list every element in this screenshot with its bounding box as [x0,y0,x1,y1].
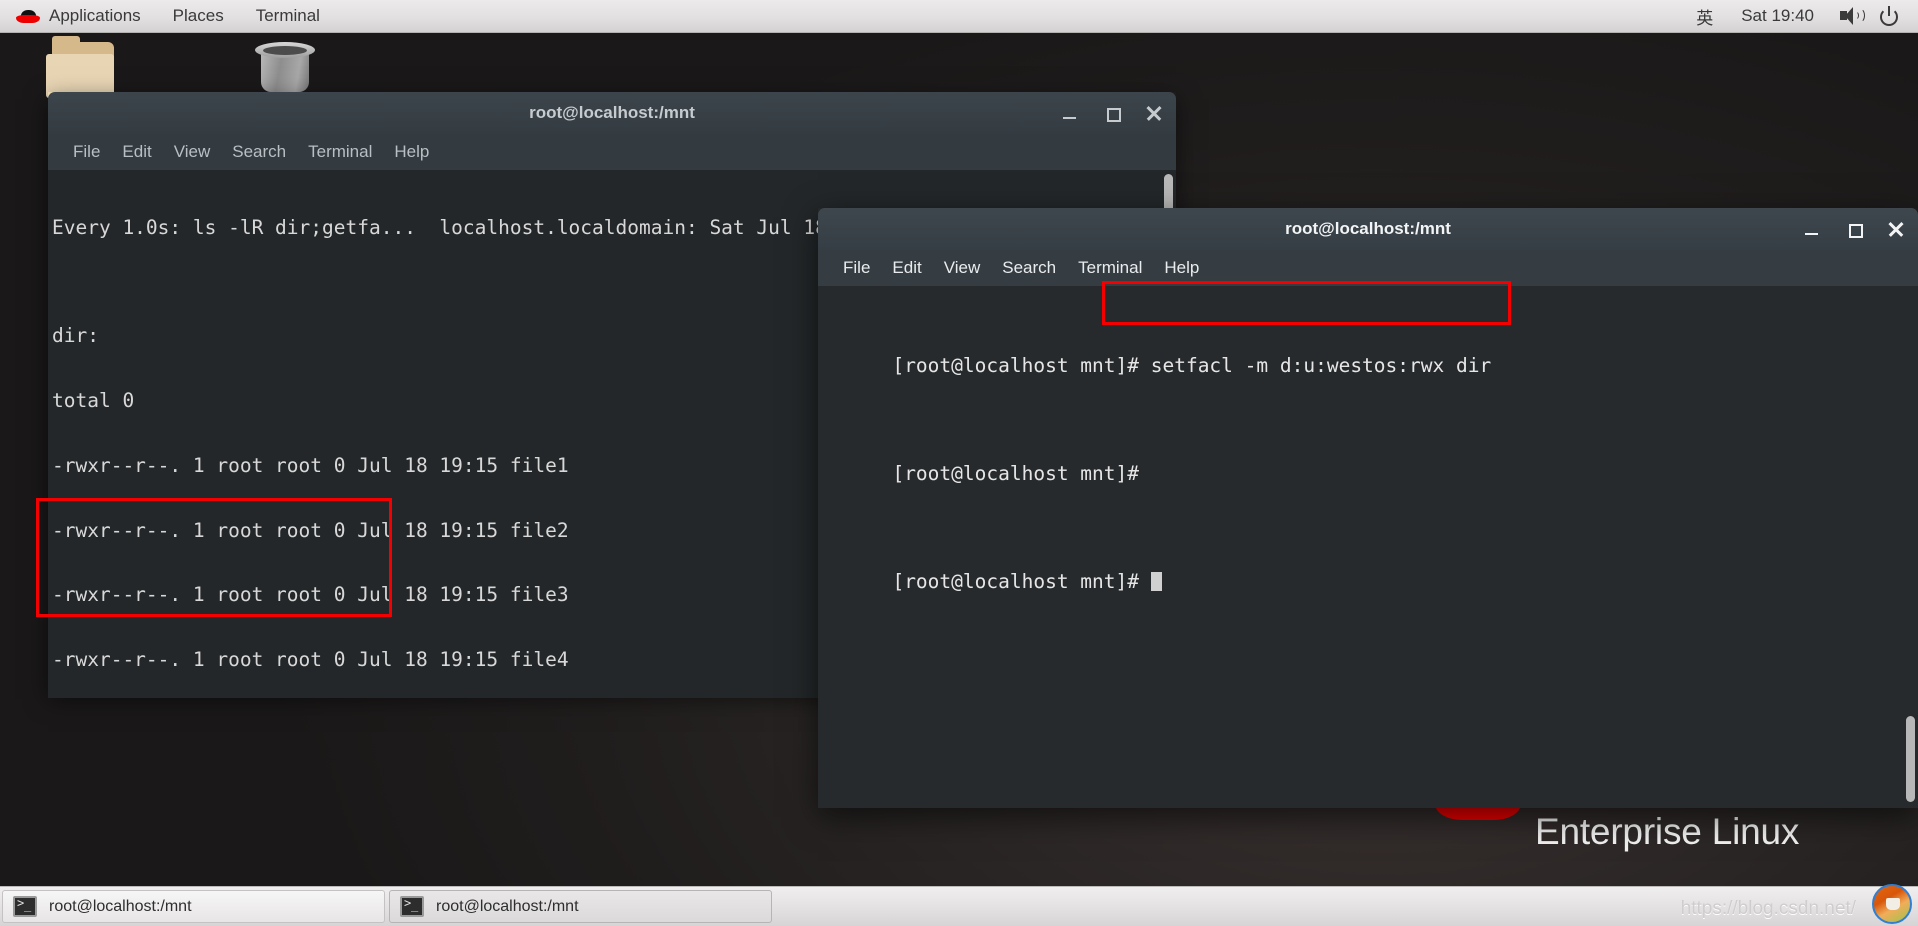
shell-prompt: [root@localhost mnt]# [892,569,1151,593]
wallpaper-brand-line2: Enterprise Linux [1535,811,1800,852]
shell-prompt: [root@localhost mnt]# [892,461,1151,485]
terminal-icon [13,896,37,917]
terminal-icon [400,896,424,917]
menu-item-file[interactable]: File [832,255,881,281]
desktop-icon-trash[interactable] [245,40,325,94]
menu-terminal[interactable]: Terminal [240,0,336,32]
shell-prompt: [root@localhost mnt]# [892,353,1151,377]
menu-item-search[interactable]: Search [991,255,1067,281]
redhat-logo-icon [16,9,40,24]
menu-item-file[interactable]: File [62,139,111,165]
desktop-icon-home[interactable] [42,36,122,98]
text-cursor [1150,571,1162,591]
watermark-avatar [1872,884,1912,924]
close-icon[interactable] [1888,221,1904,237]
shell-command: setfacl -m d:u:westos:rwx dir [1150,353,1492,377]
input-method-indicator[interactable]: 英 [1682,4,1727,29]
taskbar-item-label: root@localhost:/mnt [49,897,192,915]
window-title-front: root@localhost:/mnt [1285,219,1451,238]
clock[interactable]: Sat 19:40 [1727,6,1828,26]
menu-applications-label: Applications [49,6,141,25]
taskbar: root@localhost:/mnt root@localhost:/mnt … [0,884,1918,926]
menu-places-label: Places [172,6,224,25]
menu-places[interactable]: Places [157,0,240,32]
scrollbar-front[interactable] [1902,286,1918,808]
taskbar-item-1[interactable]: root@localhost:/mnt [389,890,772,923]
menu-applications[interactable]: Applications [0,0,157,32]
minimize-icon[interactable] [1804,221,1820,237]
terminal-window-front[interactable]: root@localhost:/mnt File Edit View Searc… [818,208,1918,808]
taskbar-item-label: root@localhost:/mnt [436,897,579,915]
trash-icon [255,40,315,94]
terminal-command-line: [root@localhost mnt]# setfacl -m d:u:wes… [822,333,1918,398]
titlebar-back[interactable]: root@localhost:/mnt [48,92,1176,134]
menu-terminal-label: Terminal [255,6,320,25]
terminal-prompt-line-active: [root@localhost mnt]# [822,549,1918,614]
menu-item-help[interactable]: Help [1153,255,1210,281]
menu-item-help[interactable]: Help [383,139,440,165]
maximize-icon[interactable] [1104,105,1121,122]
titlebar-front[interactable]: root@localhost:/mnt [818,208,1918,250]
terminal-prompt-line: [root@localhost mnt]# [822,441,1918,506]
volume-icon[interactable] [1840,6,1865,26]
top-panel: Applications Places Terminal 英 Sat 19:40 [0,0,1918,33]
menu-item-view[interactable]: View [933,255,992,281]
window-title-back: root@localhost:/mnt [529,103,695,122]
menubar-back: File Edit View Search Terminal Help [48,134,1176,170]
menu-item-terminal[interactable]: Terminal [1067,255,1153,281]
menu-item-view[interactable]: View [163,139,222,165]
power-icon[interactable] [1880,6,1900,26]
menu-item-search[interactable]: Search [221,139,297,165]
menubar-front: File Edit View Search Terminal Help [818,250,1918,286]
menu-item-terminal[interactable]: Terminal [297,139,383,165]
terminal-output-front[interactable]: [root@localhost mnt]# setfacl -m d:u:wes… [818,286,1918,808]
minimize-icon[interactable] [1062,105,1078,121]
scrollbar-thumb[interactable] [1906,716,1915,802]
taskbar-item-0[interactable]: root@localhost:/mnt [2,890,385,923]
watermark-text: https://blog.csdn.net/ [1680,898,1856,919]
menu-item-edit[interactable]: Edit [881,255,932,281]
close-icon[interactable] [1146,105,1162,121]
menu-item-edit[interactable]: Edit [111,139,162,165]
home-folder-icon [46,36,118,98]
maximize-icon[interactable] [1846,221,1863,238]
